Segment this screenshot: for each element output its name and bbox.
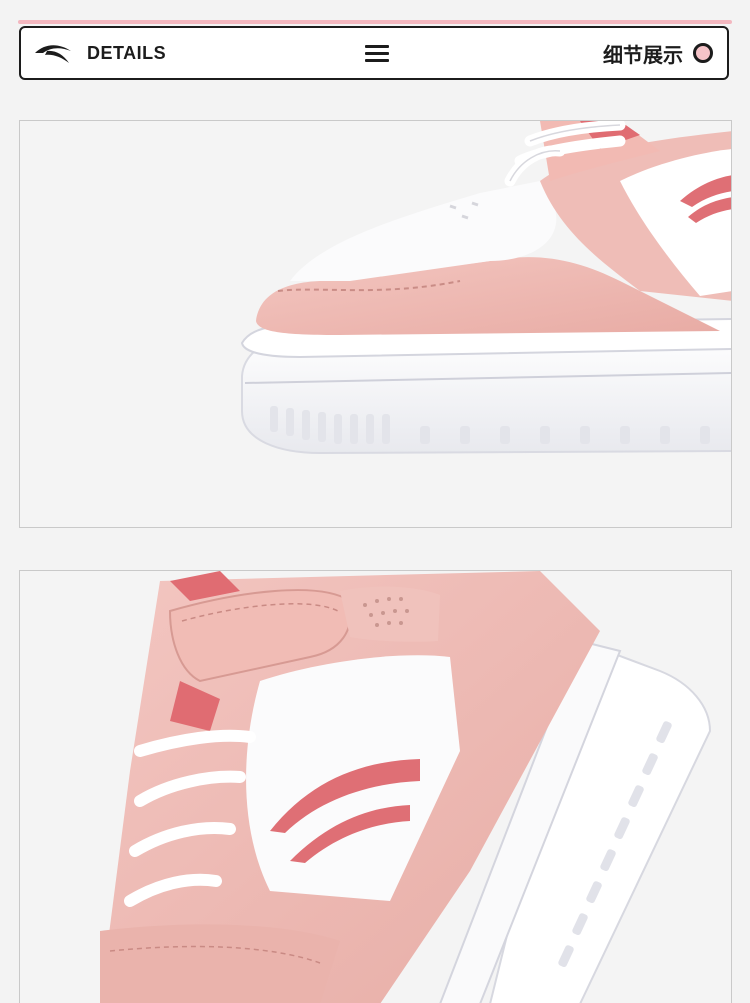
shoe-side-velcro-detail-image: [19, 570, 732, 1003]
menu-line-icon: [365, 45, 389, 48]
menu-line-icon: [365, 59, 389, 62]
header-accent-strip: [18, 20, 732, 24]
hamburger-menu-icon[interactable]: [365, 43, 391, 65]
section-label-group[interactable]: 细节展示: [603, 39, 713, 68]
header-bar: DETAILS 细节展示: [19, 26, 729, 80]
anta-logo-icon: [35, 45, 71, 63]
shoe-toe-detail-image: [19, 120, 732, 528]
brand[interactable]: DETAILS: [33, 41, 166, 65]
section-label: 细节展示: [603, 42, 683, 67]
menu-line-icon: [365, 52, 389, 55]
page-title: DETAILS: [87, 42, 167, 63]
pink-dot-icon: [693, 43, 713, 63]
